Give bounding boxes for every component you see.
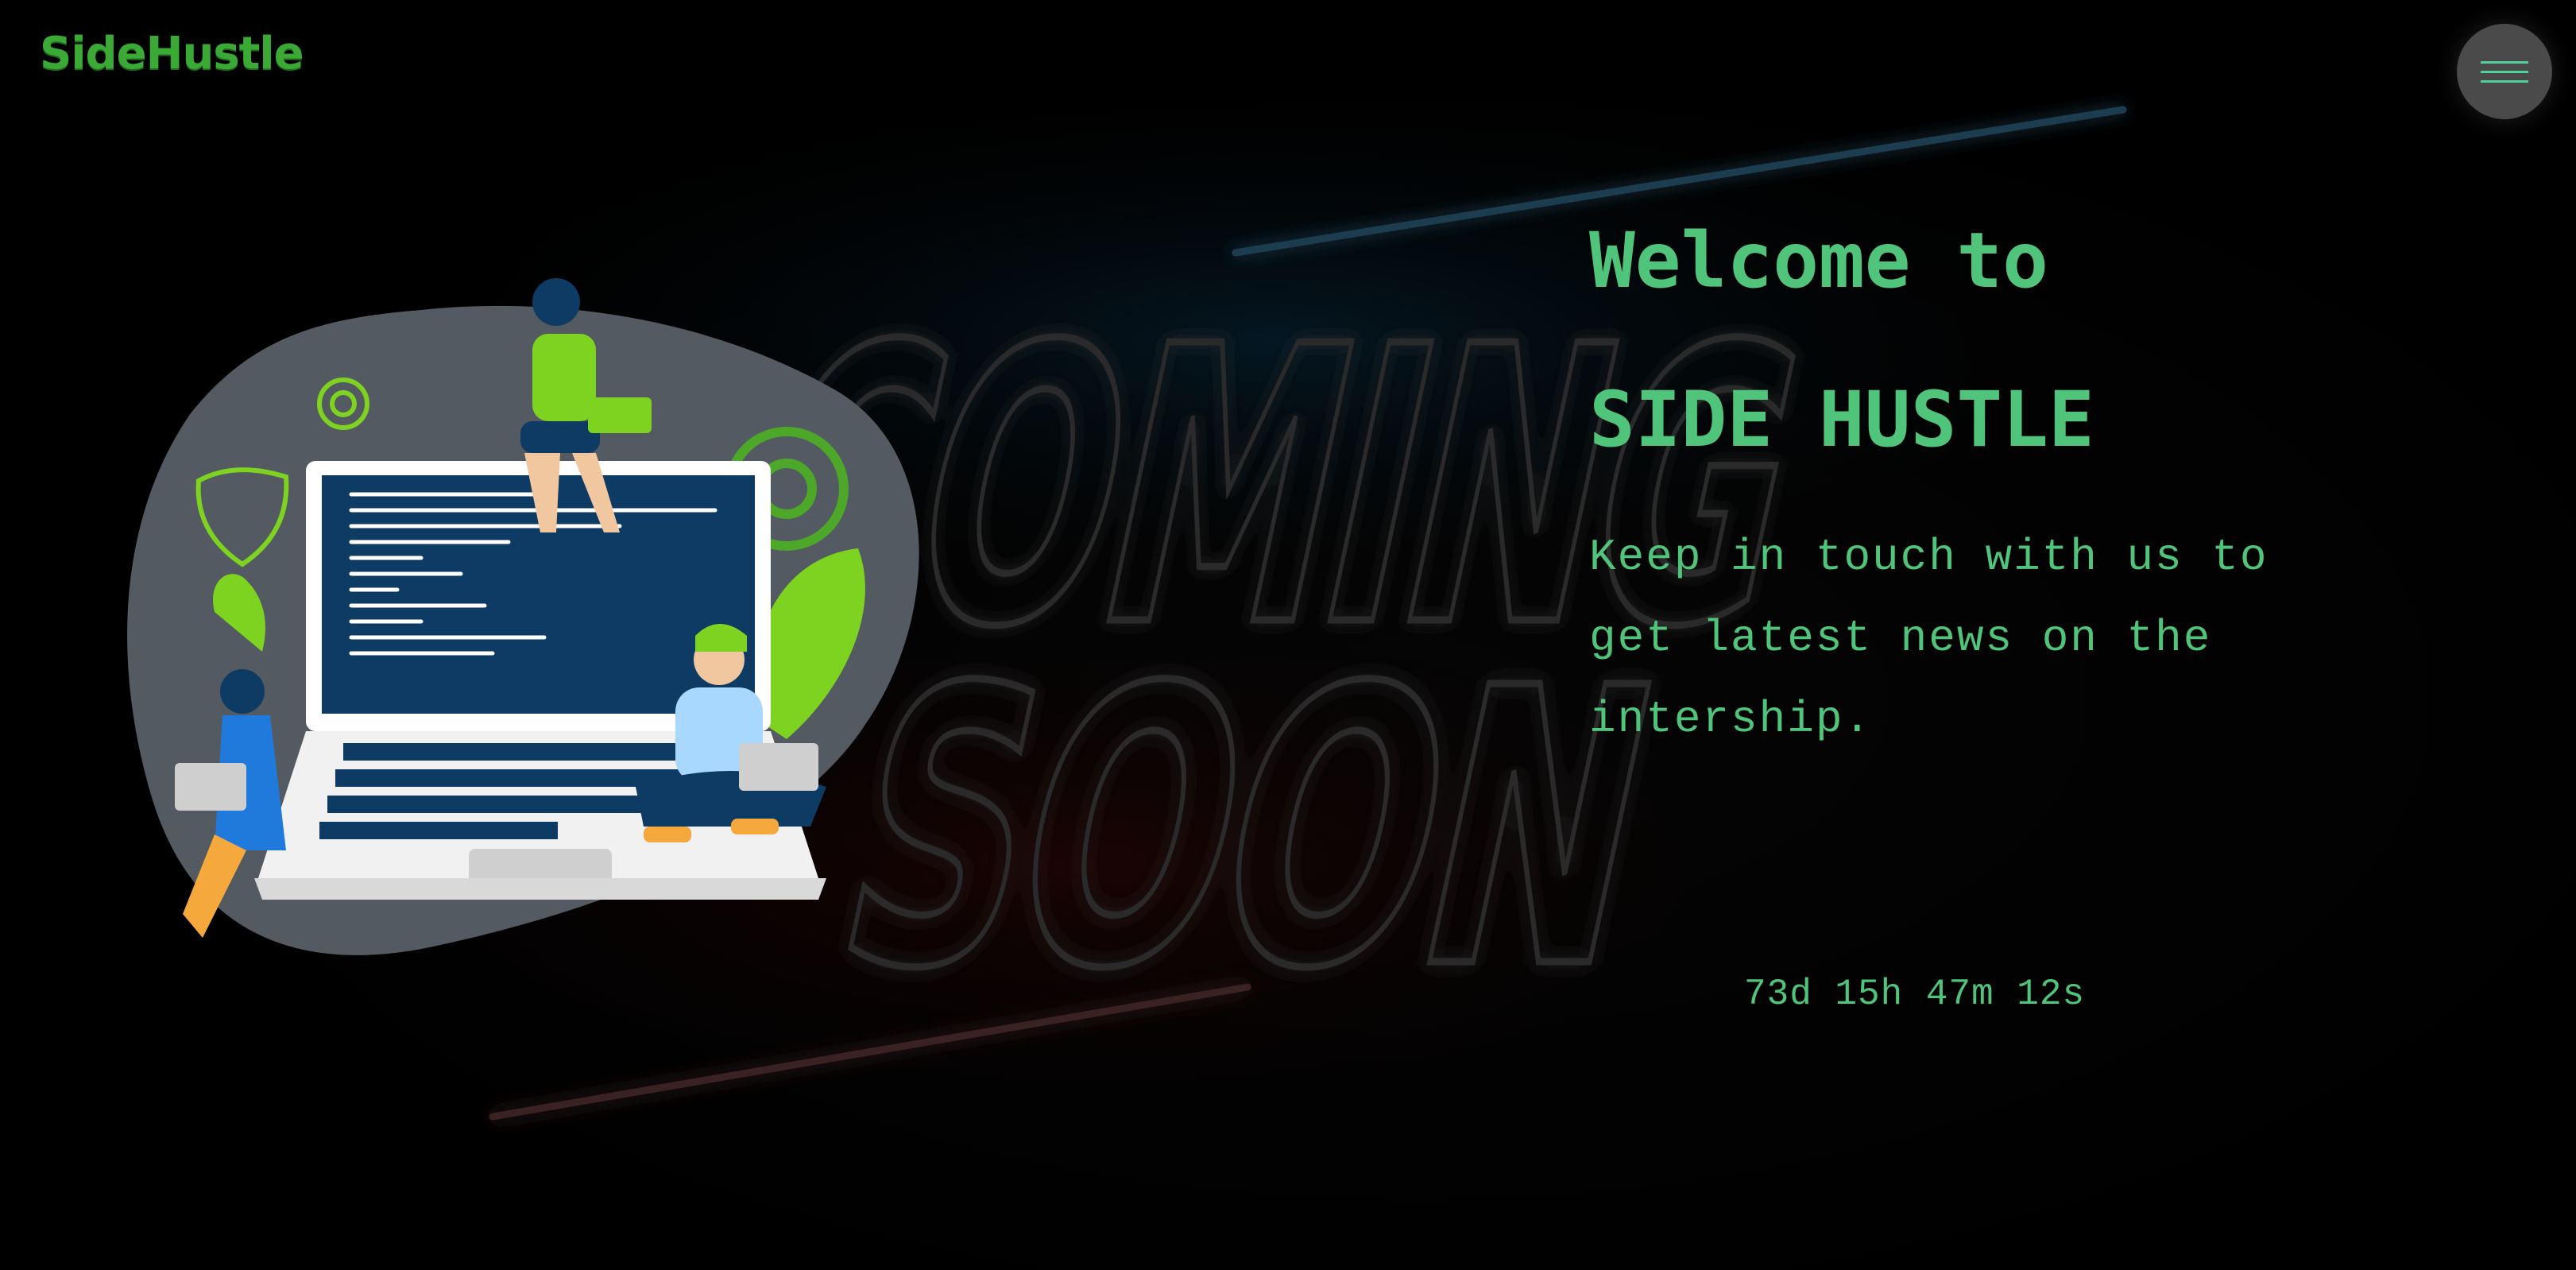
hamburger-menu-icon — [2481, 54, 2528, 90]
menu-button[interactable] — [2457, 24, 2552, 119]
side-hustle-logo[interactable]: SideHustle — [40, 32, 304, 76]
hero-title-line-1: Welcome to — [1589, 216, 2048, 305]
hero-title: Welcome to SIDE HUSTLE — [1589, 223, 2463, 458]
team-working-laptop-illustration — [127, 278, 919, 955]
hero-title-line-2: SIDE HUSTLE — [1589, 375, 2094, 464]
page: COMING SOON SideHustle Welcome to SIDE H… — [0, 0, 2576, 1270]
countdown-timer: 73d 15h 47m 12s — [1744, 974, 2086, 1015]
hero-subtitle: Keep in touch with us to get latest news… — [1589, 532, 2269, 745]
